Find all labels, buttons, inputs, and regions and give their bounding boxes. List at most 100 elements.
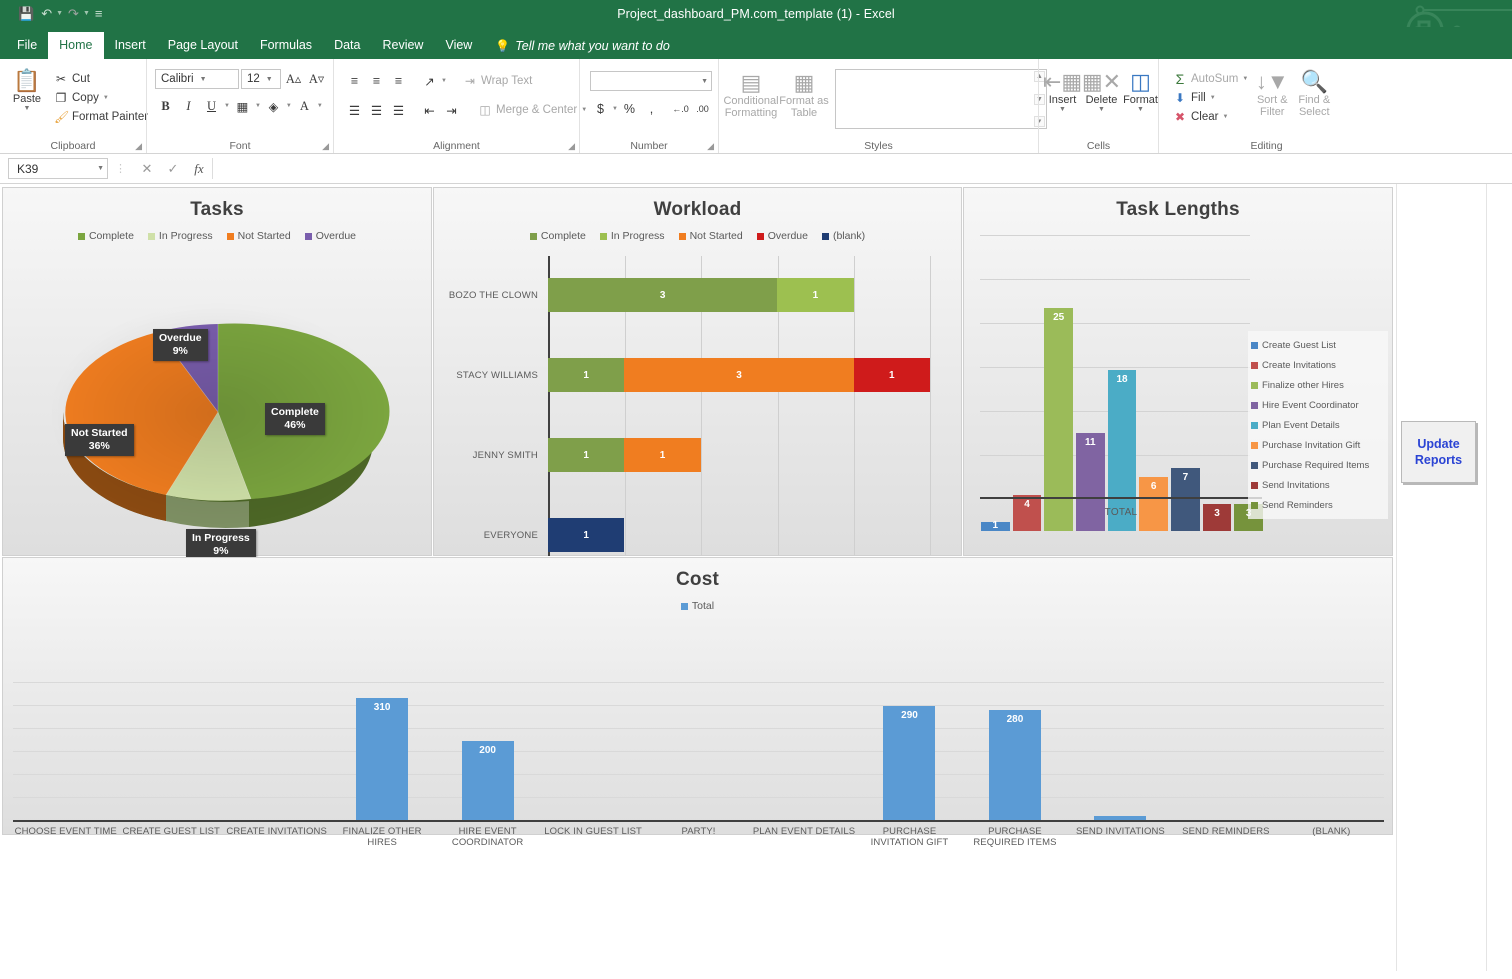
tab-insert[interactable]: Insert xyxy=(104,32,157,59)
worksheet-area[interactable]: Tasks Complete In Progress Not Started O… xyxy=(0,184,1512,971)
tab-home[interactable]: Home xyxy=(48,32,104,59)
paste-button[interactable]: 📋 Paste ▼ xyxy=(4,67,50,113)
number-format-combo[interactable]: ▼ xyxy=(590,71,712,91)
chart-tasks[interactable]: Tasks Complete In Progress Not Started O… xyxy=(2,187,432,561)
bold-button[interactable]: B xyxy=(155,96,176,116)
merge-center-button[interactable]: ◫ Merge & Center ▼ xyxy=(474,101,591,120)
fill-color-button[interactable]: ◈ xyxy=(263,96,284,116)
workload-row[interactable]: EVERYONE 1 xyxy=(448,518,930,552)
bar-segment-not-started[interactable]: 1 xyxy=(624,438,701,472)
clear-button[interactable]: ✖ Clear ▼ xyxy=(1169,107,1252,126)
autosum-dropdown-icon[interactable]: ▼ xyxy=(1242,76,1248,82)
increase-font-size-button[interactable]: A▵ xyxy=(283,69,304,89)
paste-dropdown-icon[interactable]: ▼ xyxy=(24,105,31,112)
find-select-button[interactable]: 🔍 Find & Select xyxy=(1292,68,1336,119)
orientation-dropdown-icon[interactable]: ▼ xyxy=(441,78,447,84)
clipboard-dialog-launcher[interactable]: ◢ xyxy=(135,141,142,152)
task-lengths-plot[interactable]: 1 4 25 11 18 6 7 3 3 TOTAL xyxy=(964,221,1394,531)
cost-column[interactable]: 200 xyxy=(435,741,540,820)
increase-indent-button[interactable]: ⇥ xyxy=(441,100,462,120)
tab-review[interactable]: Review xyxy=(371,32,434,59)
ribbon[interactable]: 📋 Paste ▼ ✂ Cut ❐ Copy ▼ 🖌 Format Painte… xyxy=(0,59,1512,154)
redo-dropdown-icon[interactable]: ▼ xyxy=(83,10,90,17)
tab-data[interactable]: Data xyxy=(323,32,371,59)
cut-button[interactable]: ✂ Cut xyxy=(50,69,152,88)
fill-button[interactable]: ⬇ Fill ▼ xyxy=(1169,88,1252,107)
bar-segment-in-progress[interactable]: 1 xyxy=(777,278,854,312)
borders-dropdown-icon[interactable]: ▼ xyxy=(255,103,261,109)
align-middle-button[interactable]: ≡ xyxy=(366,71,387,91)
legend-item[interactable]: In Progress xyxy=(599,230,665,242)
redo-icon[interactable]: ↷ xyxy=(66,6,81,21)
tab-page-layout[interactable]: Page Layout xyxy=(157,32,249,59)
chart-workload[interactable]: Workload Complete In Progress Not Starte… xyxy=(433,187,962,556)
name-box[interactable]: K39 ▼ xyxy=(8,158,108,179)
stacked-bar[interactable]: 1 xyxy=(548,518,930,552)
decrease-font-size-button[interactable]: A▿ xyxy=(306,69,327,89)
legend-item[interactable]: Overdue xyxy=(756,230,808,242)
legend-item[interactable]: (blank) xyxy=(821,230,865,242)
insert-dropdown-icon[interactable]: ▼ xyxy=(1059,106,1066,113)
format-painter-button[interactable]: 🖌 Format Painter xyxy=(50,107,152,126)
font-color-dropdown-icon[interactable]: ▼ xyxy=(317,103,323,109)
fill-color-dropdown-icon[interactable]: ▼ xyxy=(286,103,292,109)
stacked-bar[interactable]: 1 3 1 xyxy=(548,358,930,392)
decrease-indent-button[interactable]: ⇤ xyxy=(419,100,440,120)
clear-dropdown-icon[interactable]: ▼ xyxy=(1222,114,1228,120)
bar-segment-blank[interactable]: 1 xyxy=(548,518,625,552)
copy-dropdown-icon[interactable]: ▼ xyxy=(103,95,109,101)
chevron-down-icon[interactable]: ▼ xyxy=(701,78,708,85)
increase-decimal-button[interactable]: ←.0 xyxy=(670,99,691,119)
underline-button[interactable]: U xyxy=(201,96,222,116)
bar-segment-overdue[interactable]: 1 xyxy=(853,358,930,392)
legend-item[interactable]: Hire Event Coordinator xyxy=(1251,395,1385,415)
customize-qat-icon[interactable]: ≡ xyxy=(93,6,105,21)
bar-finalize-other-hires[interactable]: 310 xyxy=(356,698,409,820)
chart-cost[interactable]: Cost Total 310 200 290 280 CHOOSE EVENT … xyxy=(2,557,1393,848)
sort-filter-button[interactable]: ↓▼ Sort & Filter xyxy=(1252,68,1292,119)
align-center-button[interactable]: ☰ xyxy=(366,100,387,120)
tab-formulas[interactable]: Formulas xyxy=(249,32,323,59)
legend-item[interactable]: Purchase Invitation Gift xyxy=(1251,435,1385,455)
undo-icon[interactable]: ↶ xyxy=(39,6,54,21)
italic-button[interactable]: I xyxy=(178,96,199,116)
comma-format-button[interactable]: , xyxy=(641,99,662,119)
format-as-table-button[interactable]: ▦ Format as Table xyxy=(779,69,829,120)
orientation-button[interactable]: ↗ xyxy=(419,71,440,91)
bar-segment-complete[interactable]: 1 xyxy=(548,438,625,472)
fill-dropdown-icon[interactable]: ▼ xyxy=(1210,95,1216,101)
legend-item[interactable]: Overdue xyxy=(304,230,356,242)
bar-segment-not-started[interactable]: 3 xyxy=(624,358,854,392)
copy-button[interactable]: ❐ Copy ▼ xyxy=(50,88,152,107)
autosum-button[interactable]: Σ AutoSum ▼ xyxy=(1169,69,1252,88)
chevron-down-icon[interactable]: ▼ xyxy=(266,76,273,83)
font-family-combo[interactable]: Calibri ▼ xyxy=(155,69,239,89)
legend-item[interactable]: Create Invitations xyxy=(1251,355,1385,375)
legend-item[interactable]: Purchase Required Items xyxy=(1251,455,1385,475)
formula-input[interactable] xyxy=(212,158,1506,179)
conditional-formatting-button[interactable]: ▤ Conditional Formatting xyxy=(723,69,779,120)
legend-item[interactable]: Complete xyxy=(77,230,134,242)
font-dialog-launcher[interactable]: ◢ xyxy=(322,141,329,152)
bar-purchase-invitation-gift[interactable]: 6 xyxy=(1139,477,1169,531)
legend-item[interactable]: In Progress xyxy=(147,230,213,242)
update-reports-button[interactable]: Update Reports xyxy=(1401,421,1476,483)
align-top-button[interactable]: ≡ xyxy=(344,71,365,91)
legend-item[interactable]: Send Invitations xyxy=(1251,475,1385,495)
cell-styles-gallery[interactable]: ▲ ▼ ▾ xyxy=(835,69,1047,129)
ribbon-tab-strip[interactable]: File Home Insert Page Layout Formulas Da… xyxy=(0,27,1512,59)
confirm-icon[interactable]: ✓ xyxy=(160,161,186,177)
currency-dropdown-icon[interactable]: ▼ xyxy=(612,106,618,112)
cost-plot[interactable]: 310 200 290 280 CHOOSE EVENT TIME CREATE… xyxy=(3,612,1394,890)
cancel-icon[interactable]: ✕ xyxy=(134,161,160,177)
bar-purchase-required-items[interactable]: 280 xyxy=(988,710,1041,820)
alignment-dialog-launcher[interactable]: ◢ xyxy=(568,141,575,152)
legend-item[interactable]: Finalize other Hires xyxy=(1251,375,1385,395)
underline-dropdown-icon[interactable]: ▼ xyxy=(224,103,230,109)
align-right-button[interactable]: ☰ xyxy=(388,100,409,120)
font-size-combo[interactable]: 12 ▼ xyxy=(241,69,281,89)
save-icon[interactable]: 💾 xyxy=(16,6,36,21)
insert-function-icon[interactable]: fx xyxy=(186,161,212,177)
insert-cells-button[interactable]: ⇤▦ Insert ▼ xyxy=(1043,68,1082,114)
align-left-button[interactable]: ☰ xyxy=(344,100,365,120)
